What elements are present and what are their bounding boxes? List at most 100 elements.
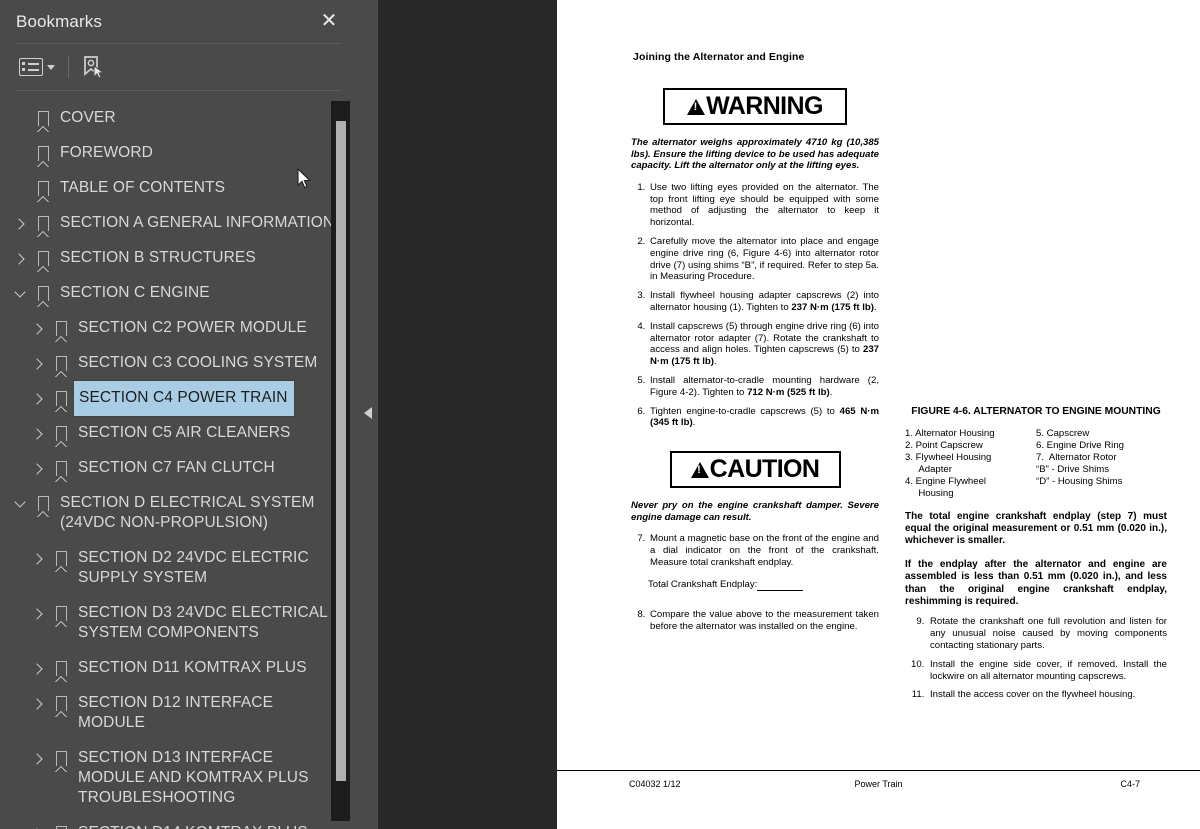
footer-divider	[557, 770, 1200, 772]
chevron-down-icon[interactable]	[10, 276, 30, 311]
bookmark-label: SECTION C4 POWER TRAIN	[73, 380, 295, 417]
pdf-page: Joining the Alternator and Engine WARNIN…	[557, 0, 1200, 829]
bookmark-icon	[48, 741, 74, 776]
steps-list-7: Mount a magnetic base on the front of th…	[631, 533, 879, 568]
endplay-field-row: Total Crankshaft Endplay:	[648, 578, 879, 591]
chevron-right-icon[interactable]	[10, 241, 30, 276]
procedure-step: Compare the value above to the measureme…	[648, 609, 879, 633]
bookmark-item[interactable]: SECTION D12 INTERFACE MODULE	[0, 686, 358, 741]
bookmark-icon	[30, 206, 56, 241]
legend-entry: 5. Capscrew	[1036, 427, 1090, 439]
bookmark-item[interactable]: SECTION C2 POWER MODULE	[0, 311, 358, 346]
bookmark-label: FOREWORD	[60, 144, 153, 161]
legend-entry: 1. Alternator Housing	[905, 427, 995, 439]
bookmark-icon	[48, 541, 74, 576]
bookmark-item[interactable]: SECTION D3 24VDC ELECTRICAL SYSTEM COMPO…	[0, 596, 358, 651]
chevron-right-icon[interactable]	[28, 741, 48, 776]
bookmark-icon	[48, 686, 74, 721]
chevron-right-icon[interactable]	[28, 416, 48, 451]
left-column: WARNING The alternator weighs approximat…	[631, 88, 879, 639]
bookmark-item[interactable]: SECTION D2 24VDC ELECTRIC SUPPLY SYSTEM	[0, 541, 358, 596]
bookmarks-list: COVER FOREWORD TABLE OF CONTENTS SECTION A …	[0, 91, 358, 829]
procedure-step: Install alternator-to-cradle mounting ha…	[648, 375, 879, 399]
legend-entry: “D” - Housing Shims	[1036, 475, 1123, 487]
document-viewer[interactable]: Joining the Alternator and Engine WARNIN…	[378, 0, 1200, 829]
bookmarks-scrollbar-thumb[interactable]	[336, 121, 346, 781]
new-bookmark-button[interactable]	[79, 52, 107, 82]
bookmarks-list-container: COVER FOREWORD TABLE OF CONTENTS SECTION A …	[0, 91, 358, 829]
bookmark-item[interactable]: SECTION D ELECTRICAL SYSTEM (24VDC NON-P…	[0, 486, 358, 541]
figure-caption-block: FIGURE 4-6. ALTERNATOR TO ENGINE MOUNTIN…	[905, 406, 1167, 500]
bookmark-label: SECTION D14 KOMTRAX PLUS FORMS	[74, 816, 338, 829]
bookmark-item[interactable]: COVER	[0, 101, 358, 136]
bookmark-label: SECTION D12 INTERFACE MODULE	[78, 694, 274, 731]
chevron-right-icon[interactable]	[28, 816, 48, 829]
procedure-step: Rotate the crankshaft one full revolutio…	[927, 616, 1167, 651]
chevron-right-icon[interactable]	[28, 346, 48, 381]
bookmark-icon	[48, 451, 74, 486]
pdf-reader-window: Bookmarks ✕ COVER FOREWORD TABLE OF CONT…	[0, 0, 1200, 829]
bookmark-label: SECTION B STRUCTURES	[60, 249, 256, 266]
procedure-step: Mount a magnetic base on the front of th…	[648, 533, 879, 568]
steps-list-1-6: Use two lifting eyes provided on the alt…	[631, 182, 879, 429]
bookmarks-panel-header: Bookmarks ✕	[0, 0, 358, 43]
bookmark-label: SECTION A GENERAL INFORMATION	[60, 214, 335, 231]
bookmark-item[interactable]: SECTION C4 POWER TRAIN	[0, 380, 358, 417]
legend-entry: “B” - Drive Shims	[1036, 463, 1110, 475]
bookmark-label: SECTION D11 KOMTRAX PLUS	[78, 659, 307, 676]
procedure-step: Tighten engine-to-cradle capscrews (5) t…	[648, 406, 879, 430]
close-icon[interactable]: ✕	[316, 8, 342, 34]
chevron-right-icon[interactable]	[28, 651, 48, 686]
bookmark-item[interactable]: SECTION C ENGINE	[0, 276, 358, 311]
bookmark-options-button[interactable]	[16, 55, 58, 79]
chevron-right-icon[interactable]	[28, 451, 48, 486]
bookmark-label: SECTION C2 POWER MODULE	[78, 319, 307, 336]
right-paragraph-2: If the endplay after the alternator and …	[905, 558, 1167, 607]
figure-legend: 1. Alternator Housing 2. Point Capscrew 3.…	[905, 428, 1167, 500]
chevron-right-icon[interactable]	[28, 686, 48, 721]
caution-sign: CAUTION	[669, 451, 841, 489]
bookmark-icon	[48, 346, 74, 381]
bookmark-icon	[30, 486, 56, 521]
bookmarks-toolbar	[0, 44, 358, 90]
chevron-right-icon[interactable]	[28, 596, 48, 631]
bookmarks-panel: Bookmarks ✕ COVER FOREWORD TABLE OF CONT…	[0, 0, 358, 829]
procedure-step: Install the access cover on the flywheel…	[927, 689, 1167, 701]
bookmark-item[interactable]: SECTION D11 KOMTRAX PLUS	[0, 651, 358, 686]
bookmark-item[interactable]: SECTION C3 COOLING SYSTEM	[0, 346, 358, 381]
bookmark-cursor-icon	[82, 55, 105, 79]
legend-entry: 4. Engine Flywheel Housing	[905, 475, 987, 499]
chevron-right-icon[interactable]	[28, 541, 48, 576]
bookmark-item[interactable]: FOREWORD	[0, 136, 358, 171]
bookmark-item[interactable]: SECTION A GENERAL INFORMATION	[0, 206, 358, 241]
chevron-down-icon[interactable]	[10, 486, 30, 521]
page-footer: C04032 1/12 Power Train C4-7	[557, 779, 1200, 795]
bookmark-item[interactable]: SECTION C7 FAN CLUTCH	[0, 451, 358, 486]
bookmark-icon	[30, 241, 56, 276]
list-options-icon	[19, 58, 43, 76]
bookmark-item[interactable]: SECTION D13 INTERFACE MODULE AND KOMTRAX…	[0, 741, 358, 816]
endplay-field-blank[interactable]	[757, 578, 804, 591]
bookmark-icon	[30, 171, 56, 206]
footer-page-number: C4-7	[1120, 779, 1140, 789]
bookmark-icon	[30, 136, 56, 171]
collapse-panel-button[interactable]	[361, 403, 375, 423]
legend-entry: 6. Engine Drive Ring	[1036, 439, 1124, 451]
chevron-right-icon[interactable]	[10, 206, 30, 241]
chevron-right-icon[interactable]	[28, 381, 48, 416]
bookmark-item[interactable]: TABLE OF CONTENTS	[0, 171, 358, 206]
bookmark-item[interactable]: SECTION C5 AIR CLEANERS	[0, 416, 358, 451]
chevron-right-icon[interactable]	[28, 311, 48, 346]
caution-text: Never pry on the engine crankshaft dampe…	[631, 500, 879, 523]
legend-entry: 2. Point Capscrew	[905, 439, 983, 451]
bookmark-label: TABLE OF CONTENTS	[60, 179, 226, 196]
legend-entry: 7. Alternator Rotor	[1036, 451, 1117, 463]
procedure-step: Use two lifting eyes provided on the alt…	[648, 182, 879, 229]
procedure-step: Carefully move the alternator into place…	[648, 236, 879, 283]
bookmark-label: SECTION C ENGINE	[60, 284, 210, 301]
bookmark-item[interactable]: SECTION B STRUCTURES	[0, 241, 358, 276]
bookmark-label: SECTION D2 24VDC ELECTRIC SUPPLY SYSTEM	[78, 549, 309, 586]
procedure-step: Install flywheel housing adapter capscre…	[648, 290, 879, 314]
bookmark-item[interactable]: SECTION D14 KOMTRAX PLUS FORMS	[0, 816, 358, 829]
chevron-left-icon	[364, 407, 372, 419]
